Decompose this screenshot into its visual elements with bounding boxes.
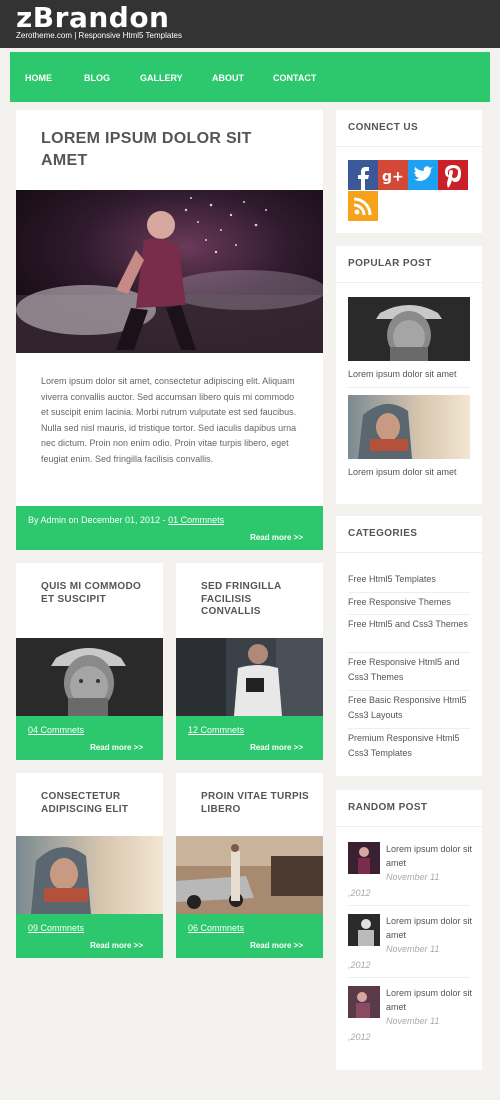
category-link[interactable]: Free Html5 and Css3 Themes (348, 617, 472, 632)
featured-post: LOREM IPSUM DOLOR SIT AMET Lorem ipsum d… (16, 110, 323, 550)
categories-widget: CATEGORIES Free Html5 Templates Free Res… (336, 516, 482, 776)
read-more-link[interactable]: Read more >> (250, 941, 303, 950)
featured-post-image[interactable] (16, 190, 323, 353)
random-post-thumbnail[interactable] (348, 842, 380, 874)
comments-link[interactable]: 06 Commnets (188, 923, 244, 933)
categories-title: CATEGORIES (348, 528, 418, 539)
random-post-title[interactable]: Lorem ipsum dolor sit amet (386, 986, 476, 1014)
facebook-icon[interactable] (348, 160, 378, 190)
popular-post-title[interactable]: Lorem ipsum dolor sit amet (348, 369, 457, 379)
divider (336, 282, 482, 283)
divider (348, 690, 470, 691)
random-post-year: ,2012 (348, 960, 371, 970)
nav-blog[interactable]: BLOG (84, 73, 110, 83)
category-link[interactable]: Free Responsive Themes (348, 595, 472, 610)
random-post-date: November 11 (386, 944, 440, 954)
nav-gallery[interactable]: GALLERY (140, 73, 183, 83)
connect-title: CONNECT US (348, 122, 419, 133)
random-post-title[interactable]: Lorem ipsum dolor sit amet (386, 914, 476, 942)
random-post-date: November 11 (386, 872, 440, 882)
site-logo[interactable]: zBrandon (16, 2, 170, 34)
random-post-thumbnail[interactable] (348, 914, 380, 946)
divider (348, 728, 470, 729)
read-more-link[interactable]: Read more >> (90, 941, 143, 950)
random-title: RANDOM POST (348, 802, 428, 813)
connect-widget: CONNECT US g+ (336, 110, 482, 233)
random-post-title[interactable]: Lorem ipsum dolor sit amet (386, 842, 476, 870)
post-card-footer: 06 Commnets Read more >> (176, 914, 323, 958)
site-tagline: Zerotheme.com | Responsive Html5 Templat… (16, 31, 182, 40)
random-post-date: November 11 (386, 1016, 440, 1026)
divider (348, 387, 470, 388)
divider (336, 552, 482, 553)
divider (348, 592, 470, 593)
divider (336, 146, 482, 147)
featured-post-meta: By Admin on December 01, 2012 - 01 Commn… (28, 515, 224, 525)
category-link[interactable]: Free Responsive Html5 and Css3 Themes (348, 655, 472, 685)
featured-post-excerpt: Lorem ipsum dolor sit amet, consectetur … (41, 376, 297, 464)
post-meta-text: By Admin on December 01, 2012 - (28, 515, 169, 525)
random-post-year: ,2012 (348, 1032, 371, 1042)
read-more-link[interactable]: Read more >> (250, 743, 303, 752)
post-card-title[interactable]: PROIN VITAE TURPIS LIBERO (201, 791, 311, 816)
popular-posts-widget: POPULAR POST Lorem ipsum dolor sit amet … (336, 246, 482, 504)
divider (348, 905, 470, 906)
main-nav: HOME BLOG GALLERY ABOUT CONTACT (10, 52, 490, 102)
post-card-image[interactable] (16, 836, 163, 914)
google-plus-icon[interactable]: g+ (378, 160, 408, 190)
popular-post-image[interactable] (348, 395, 470, 459)
post-card-image[interactable] (176, 638, 323, 716)
comments-link[interactable]: 12 Commnets (188, 725, 244, 735)
random-post-thumbnail[interactable] (348, 986, 380, 1018)
post-card: CONSECTETUR ADIPISCING ELIT 09 Commnets … (16, 773, 163, 958)
comments-link[interactable]: 01 Commnets (168, 515, 224, 525)
post-card: QUIS MI COMMODO ET SUSCIPIT 04 Commnets … (16, 563, 163, 760)
divider (348, 614, 470, 615)
rss-icon[interactable] (348, 191, 378, 221)
post-card-title[interactable]: SED FRINGILLA FACILISIS CONVALLIS (201, 581, 311, 619)
category-link[interactable]: Free Basic Responsive Html5 Css3 Layouts (348, 693, 472, 723)
post-card-footer: 12 Commnets Read more >> (176, 716, 323, 760)
random-post-year: ,2012 (348, 888, 371, 898)
popular-title: POPULAR POST (348, 258, 432, 269)
nav-home[interactable]: HOME (25, 73, 52, 83)
random-posts-widget: RANDOM POST Lorem ipsum dolor sit amet N… (336, 790, 482, 1070)
divider (348, 977, 470, 978)
post-card-title[interactable]: CONSECTETUR ADIPISCING ELIT (41, 791, 151, 816)
popular-post-image[interactable] (348, 297, 470, 361)
post-card-title[interactable]: QUIS MI COMMODO ET SUSCIPIT (41, 581, 151, 606)
category-link[interactable]: Free Html5 Templates (348, 572, 472, 587)
site-header: zBrandon Zerotheme.com | Responsive Html… (0, 0, 500, 48)
post-card-footer: 04 Commnets Read more >> (16, 716, 163, 760)
comments-link[interactable]: 09 Commnets (28, 923, 84, 933)
featured-post-footer: By Admin on December 01, 2012 - 01 Commn… (16, 506, 323, 550)
post-card-footer: 09 Commnets Read more >> (16, 914, 163, 958)
read-more-link[interactable]: Read more >> (90, 743, 143, 752)
svg-text:g+: g+ (382, 169, 404, 185)
comments-link[interactable]: 04 Commnets (28, 725, 84, 735)
divider (348, 652, 470, 653)
category-link[interactable]: Premium Responsive Html5 Css3 Templates (348, 731, 472, 761)
nav-about[interactable]: ABOUT (212, 73, 244, 83)
twitter-icon[interactable] (408, 160, 438, 190)
pinterest-icon[interactable] (438, 160, 468, 190)
post-card-image[interactable] (16, 638, 163, 716)
read-more-link[interactable]: Read more >> (250, 533, 303, 542)
nav-contact[interactable]: CONTACT (273, 73, 316, 83)
divider (336, 826, 482, 827)
popular-post-title[interactable]: Lorem ipsum dolor sit amet (348, 467, 457, 477)
featured-post-title[interactable]: LOREM IPSUM DOLOR SIT AMET (41, 128, 301, 172)
post-card: PROIN VITAE TURPIS LIBERO 06 Commnets Re… (176, 773, 323, 958)
post-card: SED FRINGILLA FACILISIS CONVALLIS 12 Com… (176, 563, 323, 760)
post-card-image[interactable] (176, 836, 323, 914)
